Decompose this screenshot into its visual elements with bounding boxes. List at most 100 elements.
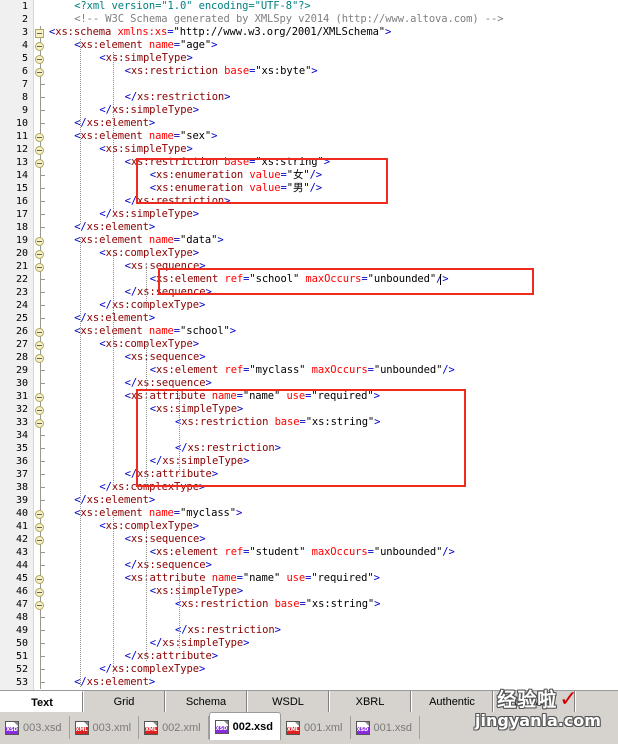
code-line[interactable]: 21 <xs:sequence>: [0, 260, 618, 273]
code-line[interactable]: 10 </xs:element>: [0, 117, 618, 130]
code-line[interactable]: 52 </xs:complexType>: [0, 663, 618, 676]
code-text: </xs:element>: [74, 676, 156, 688]
code-line[interactable]: 27 <xs:complexType>: [0, 338, 618, 351]
code-line[interactable]: 19 <xs:element name="data">: [0, 234, 618, 247]
code-line[interactable]: 44 </xs:sequence>: [0, 559, 618, 572]
fold-collapse-icon[interactable]: [34, 403, 47, 416]
code-line[interactable]: 26 <xs:element name="school">: [0, 325, 618, 338]
code-line[interactable]: 7: [0, 78, 618, 91]
code-line[interactable]: 12 <xs:simpleType>: [0, 143, 618, 156]
view-tab-authentic[interactable]: Authentic: [411, 691, 493, 713]
indent-guide: [80, 502, 82, 687]
code-lines[interactable]: 1 <?xml version="1.0" encoding="UTF-8"?> 2…: [0, 0, 618, 689]
fold-collapse-icon[interactable]: [34, 260, 47, 273]
file-tab-001-xml[interactable]: XML 001.xml: [280, 716, 351, 739]
code-line[interactable]: 30 </xs:sequence>: [0, 377, 618, 390]
code-line[interactable]: 49 </xs:restriction>: [0, 624, 618, 637]
code-line[interactable]: 22 <xs:element ref="school" maxOccurs="un…: [0, 273, 618, 286]
code-text: <xs:element name="school">: [74, 325, 237, 337]
code-line[interactable]: 45 <xs:attribute name="name" use="require…: [0, 572, 618, 585]
view-mode-tab-bar[interactable]: Text Grid Schema WSDL XBRL Authentic Browser: [0, 690, 618, 713]
code-line[interactable]: 37 </xs:attribute>: [0, 468, 618, 481]
code-line[interactable]: 3 <xs:schema xmlns:xs="http://www.w3.org/…: [0, 26, 618, 39]
view-tab-text[interactable]: Text: [0, 691, 83, 713]
fold-collapse-icon[interactable]: [34, 39, 47, 52]
code-line[interactable]: 2 <!-- W3C Schema generated by XMLSpy v20…: [0, 13, 618, 26]
code-line[interactable]: 28 <xs:sequence>: [0, 351, 618, 364]
code-line[interactable]: 4 <xs:element name="age">: [0, 39, 618, 52]
code-line[interactable]: 13 <xs:restriction base="xs:string">: [0, 156, 618, 169]
xml-text-editor[interactable]: 1 <?xml version="1.0" encoding="UTF-8"?> 2…: [0, 0, 618, 690]
code-line[interactable]: 40 <xs:element name="myclass">: [0, 507, 618, 520]
fold-line-marker: [34, 117, 47, 130]
code-line[interactable]: 23 </xs:sequence>: [0, 286, 618, 299]
fold-collapse-icon[interactable]: [34, 390, 47, 403]
open-file-tab-bar[interactable]: XSD 003.xsd XML 003.xml XML 002.xml XSD 002.xsd…: [0, 712, 618, 744]
code-line[interactable]: 20 <xs:complexType>: [0, 247, 618, 260]
fold-line-marker: [34, 468, 47, 481]
fold-collapse-icon[interactable]: [34, 247, 47, 260]
code-line[interactable]: 14 <xs:enumeration value="女"/>: [0, 169, 618, 182]
code-text: <xs:element name="age">: [74, 39, 218, 51]
code-line[interactable]: 18 </xs:element>: [0, 221, 618, 234]
code-line[interactable]: 50 </xs:simpleType>: [0, 637, 618, 650]
code-line[interactable]: 47 <xs:restriction base="xs:string">: [0, 598, 618, 611]
file-tab-003-xsd[interactable]: XSD 003.xsd: [0, 716, 70, 739]
view-tab-browser[interactable]: Browser: [493, 691, 575, 713]
code-line[interactable]: 48: [0, 611, 618, 624]
code-line[interactable]: 43 <xs:element ref="student" maxOccurs="u…: [0, 546, 618, 559]
code-line[interactable]: 33 <xs:restriction base="xs:string">: [0, 416, 618, 429]
fold-collapse-icon[interactable]: [34, 520, 47, 533]
code-line[interactable]: 34: [0, 429, 618, 442]
fold-collapse-icon[interactable]: [34, 572, 47, 585]
code-line[interactable]: 5 <xs:simpleType>: [0, 52, 618, 65]
fold-collapse-icon[interactable]: [34, 416, 47, 429]
code-line[interactable]: 41 <xs:complexType>: [0, 520, 618, 533]
code-line[interactable]: 32 <xs:simpleType>: [0, 403, 618, 416]
fold-collapse-icon[interactable]: [34, 130, 47, 143]
code-line[interactable]: 24 </xs:complexType>: [0, 299, 618, 312]
code-line[interactable]: 17 </xs:simpleType>: [0, 208, 618, 221]
view-tab-schema[interactable]: Schema: [165, 691, 247, 713]
file-tab-002-xml[interactable]: XML 002.xml: [139, 716, 209, 739]
fold-collapse-icon[interactable]: [34, 338, 47, 351]
code-line[interactable]: 38 </xs:complexType>: [0, 481, 618, 494]
fold-collapse-icon[interactable]: [34, 598, 47, 611]
code-line[interactable]: 36 </xs:simpleType>: [0, 455, 618, 468]
code-line[interactable]: 46 <xs:simpleType>: [0, 585, 618, 598]
code-line[interactable]: 6 <xs:restriction base="xs:byte">: [0, 65, 618, 78]
code-line[interactable]: 39 </xs:element>: [0, 494, 618, 507]
code-line[interactable]: 11 <xs:element name="sex">: [0, 130, 618, 143]
fold-collapse-icon[interactable]: [34, 143, 47, 156]
fold-collapse-icon[interactable]: [34, 585, 47, 598]
fold-collapse-icon[interactable]: [34, 65, 47, 78]
code-line[interactable]: 51 </xs:attribute>: [0, 650, 618, 663]
code-line[interactable]: 53 </xs:element>: [0, 676, 618, 689]
fold-collapse-icon[interactable]: [34, 533, 47, 546]
code-line[interactable]: 1 <?xml version="1.0" encoding="UTF-8"?>: [0, 0, 618, 13]
code-line[interactable]: 42 <xs:sequence>: [0, 533, 618, 546]
fold-collapse-icon[interactable]: [34, 156, 47, 169]
code-line[interactable]: 9 </xs:simpleType>: [0, 104, 618, 117]
code-line[interactable]: 25 </xs:element>: [0, 312, 618, 325]
fold-collapse-icon[interactable]: [34, 351, 47, 364]
fold-collapse-icon[interactable]: [34, 26, 47, 39]
code-text: <?xml version="1.0" encoding="UTF-8"?>: [74, 0, 311, 12]
fold-collapse-icon[interactable]: [34, 325, 47, 338]
view-tab-wsdl[interactable]: WSDL: [247, 691, 329, 713]
code-line[interactable]: 8 </xs:restriction>: [0, 91, 618, 104]
file-tab-003-xml[interactable]: XML 003.xml: [69, 716, 140, 739]
code-line[interactable]: 15 <xs:enumeration value="男"/>: [0, 182, 618, 195]
code-line[interactable]: 16 </xs:restriction>: [0, 195, 618, 208]
view-tab-xbrl[interactable]: XBRL: [329, 691, 411, 713]
fold-collapse-icon[interactable]: [34, 52, 47, 65]
file-tab-001-xsd[interactable]: XSD 001.xsd: [350, 716, 421, 739]
fold-collapse-icon[interactable]: [34, 234, 47, 247]
code-line[interactable]: 35 </xs:restriction>: [0, 442, 618, 455]
view-tab-grid[interactable]: Grid: [83, 691, 165, 713]
line-number: 14: [15, 170, 28, 181]
code-line[interactable]: 31 <xs:attribute name="name" use="require…: [0, 390, 618, 403]
fold-collapse-icon[interactable]: [34, 507, 47, 520]
file-tab-002-xsd[interactable]: XSD 002.xsd: [208, 712, 281, 740]
code-line[interactable]: 29 <xs:element ref="myclass" maxOccurs="u…: [0, 364, 618, 377]
